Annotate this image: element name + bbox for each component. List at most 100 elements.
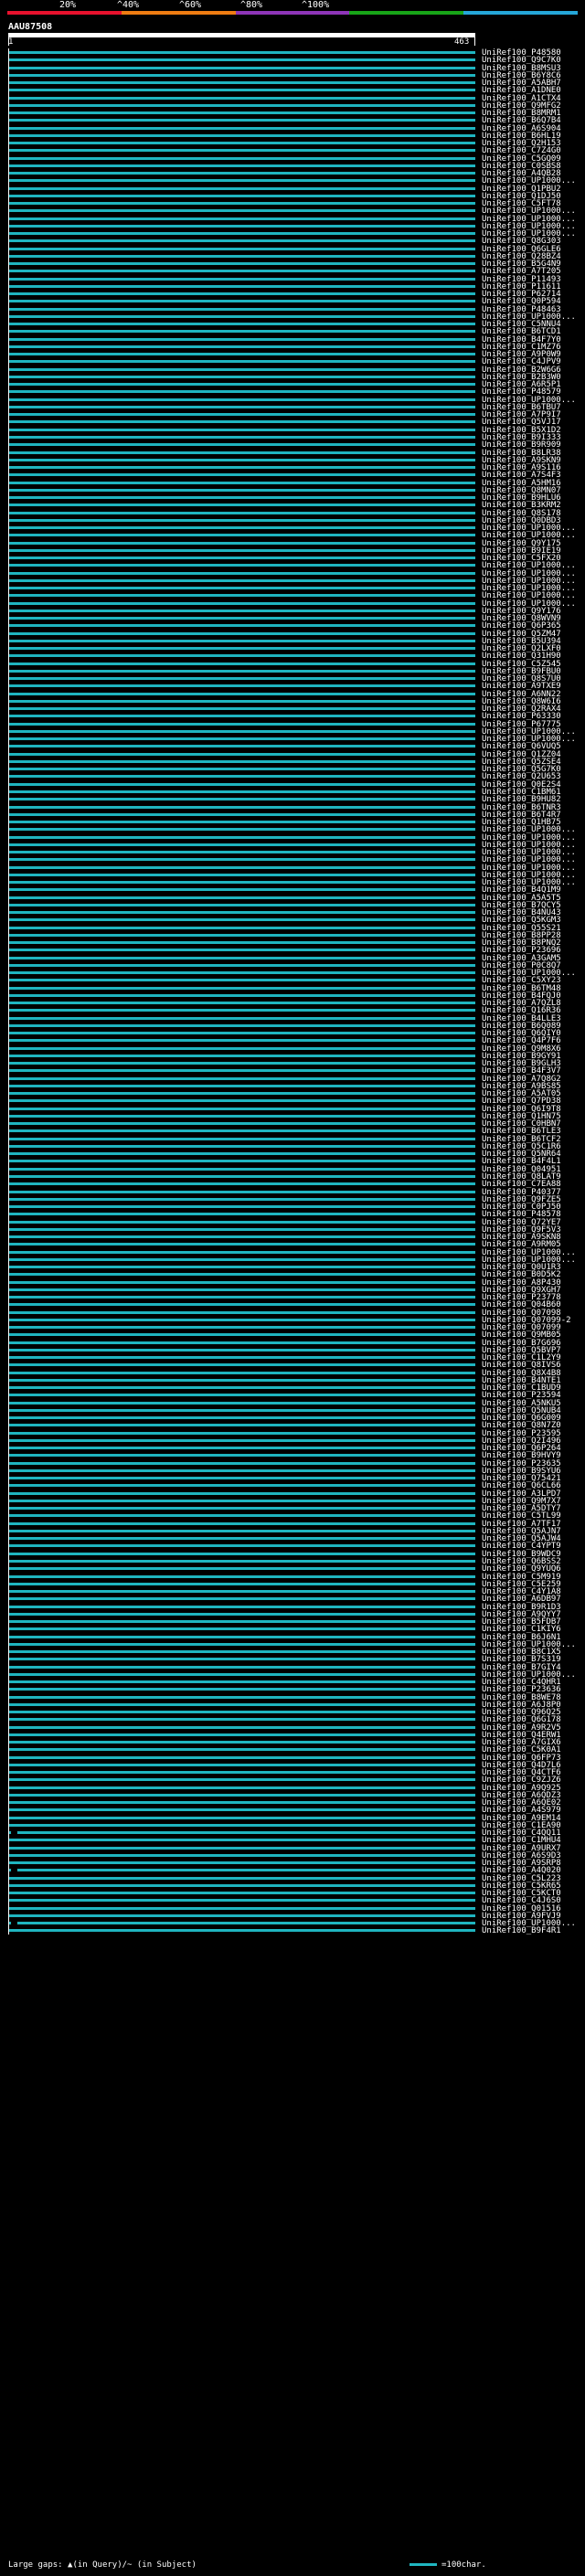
hit-alignment-bar[interactable] bbox=[8, 254, 475, 258]
hit-alignment-bar[interactable] bbox=[8, 1326, 475, 1330]
hit-alignment-bar[interactable] bbox=[8, 1468, 475, 1472]
hit-alignment-bar[interactable] bbox=[8, 1205, 475, 1208]
hit-alignment-bar[interactable] bbox=[8, 345, 475, 348]
hit-alignment-bar[interactable] bbox=[8, 1892, 475, 1895]
hit-alignment-bar[interactable] bbox=[8, 1582, 475, 1585]
hit-alignment-bar[interactable] bbox=[8, 1371, 475, 1374]
hit-alignment-bar[interactable] bbox=[8, 557, 475, 560]
hit-alignment-bar[interactable] bbox=[8, 1658, 475, 1661]
hit-alignment-bar[interactable] bbox=[8, 768, 475, 771]
hit-alignment-bar[interactable] bbox=[8, 1702, 475, 1706]
hit-alignment-bar[interactable] bbox=[8, 1771, 475, 1775]
hit-alignment-bar[interactable] bbox=[8, 1642, 475, 1646]
hit-alignment-bar[interactable] bbox=[8, 624, 475, 628]
hit-alignment-bar[interactable] bbox=[8, 1107, 475, 1110]
hit-alignment-bar[interactable] bbox=[8, 752, 475, 756]
hit-alignment-bar[interactable] bbox=[8, 821, 475, 823]
hit-alignment-bar[interactable] bbox=[8, 1416, 475, 1420]
hit-alignment-bar[interactable] bbox=[8, 541, 475, 545]
hit-alignment-bar[interactable] bbox=[8, 428, 475, 431]
hit-alignment-bar[interactable] bbox=[8, 828, 475, 832]
hit-alignment-bar[interactable] bbox=[8, 1348, 475, 1352]
hit-alignment-bar[interactable] bbox=[8, 1318, 475, 1321]
hit-alignment-bar[interactable] bbox=[8, 571, 475, 575]
hit-alignment-bar[interactable] bbox=[8, 617, 475, 620]
hit-alignment-bar[interactable] bbox=[8, 1280, 475, 1284]
hit-alignment-bar[interactable] bbox=[8, 1929, 475, 1933]
hit-alignment-bar[interactable] bbox=[8, 805, 475, 809]
hit-alignment-bar[interactable] bbox=[8, 851, 475, 854]
hit-alignment-bar[interactable] bbox=[8, 209, 475, 213]
hit-alignment-bar[interactable] bbox=[8, 759, 475, 763]
hit-alignment-bar[interactable] bbox=[8, 692, 475, 695]
hit-alignment-bar[interactable] bbox=[8, 1363, 475, 1367]
hit-alignment-bar[interactable] bbox=[8, 1167, 475, 1171]
hit-alignment-bar[interactable] bbox=[8, 473, 475, 477]
hit-alignment-bar[interactable] bbox=[8, 1484, 475, 1488]
hit-alignment-bar[interactable] bbox=[8, 164, 475, 167]
hit-alignment-bar[interactable] bbox=[8, 1197, 475, 1201]
hit-alignment-bar[interactable] bbox=[8, 1296, 475, 1299]
hit-alignment-bar[interactable] bbox=[8, 526, 475, 530]
hit-alignment-bar[interactable] bbox=[8, 1718, 475, 1722]
hit-alignment-bar[interactable] bbox=[8, 1612, 475, 1616]
hit-alignment-bar[interactable] bbox=[8, 511, 475, 514]
hit-alignment-bar[interactable] bbox=[8, 337, 475, 341]
hit-alignment-bar[interactable] bbox=[8, 292, 475, 296]
hit-alignment-bar[interactable] bbox=[8, 232, 475, 236]
hit-alignment-bar[interactable] bbox=[8, 1227, 475, 1231]
hit-alignment-bar[interactable] bbox=[8, 911, 475, 915]
hit-alignment-bar[interactable] bbox=[8, 949, 475, 952]
hit-alignment-bar[interactable] bbox=[8, 239, 475, 243]
hit-alignment-bar[interactable] bbox=[8, 775, 475, 779]
hit-alignment-bar[interactable] bbox=[8, 1906, 475, 1910]
hit-alignment-bar[interactable] bbox=[8, 1778, 475, 1782]
hit-alignment-bar[interactable] bbox=[8, 307, 475, 311]
hit-alignment-bar[interactable] bbox=[8, 1733, 475, 1736]
hit-alignment-bar[interactable] bbox=[8, 1801, 475, 1805]
hit-alignment-bar[interactable] bbox=[8, 956, 475, 959]
hit-alignment-bar[interactable] bbox=[8, 1861, 475, 1865]
hit-alignment-bar[interactable] bbox=[8, 1899, 475, 1903]
hit-alignment-bar[interactable] bbox=[8, 873, 475, 876]
hit-alignment-bar[interactable] bbox=[8, 1853, 475, 1857]
hit-alignment-bar[interactable] bbox=[8, 1288, 475, 1291]
hit-alignment-bar[interactable] bbox=[8, 578, 475, 582]
hit-alignment-bar[interactable] bbox=[8, 647, 475, 651]
hit-alignment-bar[interactable] bbox=[8, 133, 475, 137]
hit-alignment-bar[interactable] bbox=[8, 1438, 475, 1442]
hit-alignment-bar[interactable] bbox=[8, 142, 475, 145]
hit-alignment-bar[interactable] bbox=[8, 631, 475, 635]
hit-alignment-bar[interactable] bbox=[8, 81, 475, 85]
hit-alignment-bar[interactable] bbox=[8, 1054, 475, 1057]
hit-alignment-bar[interactable] bbox=[8, 881, 475, 885]
hit-alignment-bar[interactable] bbox=[8, 111, 475, 115]
hit-alignment-bar[interactable] bbox=[8, 1574, 475, 1578]
hit-alignment-bar[interactable] bbox=[8, 1491, 475, 1495]
hit-alignment-bar[interactable] bbox=[8, 1394, 475, 1397]
hit-alignment-bar[interactable] bbox=[8, 360, 475, 364]
hit-alignment-bar[interactable] bbox=[8, 1257, 475, 1261]
hit-alignment-bar[interactable] bbox=[8, 488, 475, 492]
hit-alignment-bar[interactable] bbox=[8, 1454, 475, 1458]
hit-alignment-bar[interactable] bbox=[8, 1913, 475, 1917]
hit-alignment-bar[interactable] bbox=[8, 1748, 475, 1752]
hit-alignment-bar[interactable] bbox=[8, 1650, 475, 1654]
hit-alignment-bar[interactable] bbox=[8, 1431, 475, 1435]
hit-alignment-bar[interactable] bbox=[8, 1266, 475, 1269]
hit-alignment-bar[interactable] bbox=[8, 1386, 475, 1390]
hit-alignment-bar[interactable] bbox=[8, 1514, 475, 1518]
hit-alignment-bar[interactable] bbox=[8, 466, 475, 470]
hit-alignment-bar[interactable] bbox=[8, 1378, 475, 1382]
hit-alignment-bar[interactable] bbox=[8, 654, 475, 658]
hit-alignment-bar[interactable] bbox=[8, 1793, 475, 1797]
hit-alignment-bar[interactable] bbox=[8, 323, 475, 326]
hit-alignment-bar[interactable] bbox=[8, 1869, 475, 1872]
hit-alignment-bar[interactable] bbox=[8, 186, 475, 190]
hit-alignment-bar[interactable] bbox=[8, 1084, 475, 1087]
hit-alignment-bar[interactable] bbox=[8, 1032, 475, 1035]
hit-alignment-bar[interactable] bbox=[8, 1763, 475, 1766]
hit-alignment-bar[interactable] bbox=[8, 1922, 475, 1925]
hit-alignment-bar[interactable] bbox=[8, 1069, 475, 1073]
hit-alignment-bar[interactable] bbox=[8, 1816, 475, 1819]
